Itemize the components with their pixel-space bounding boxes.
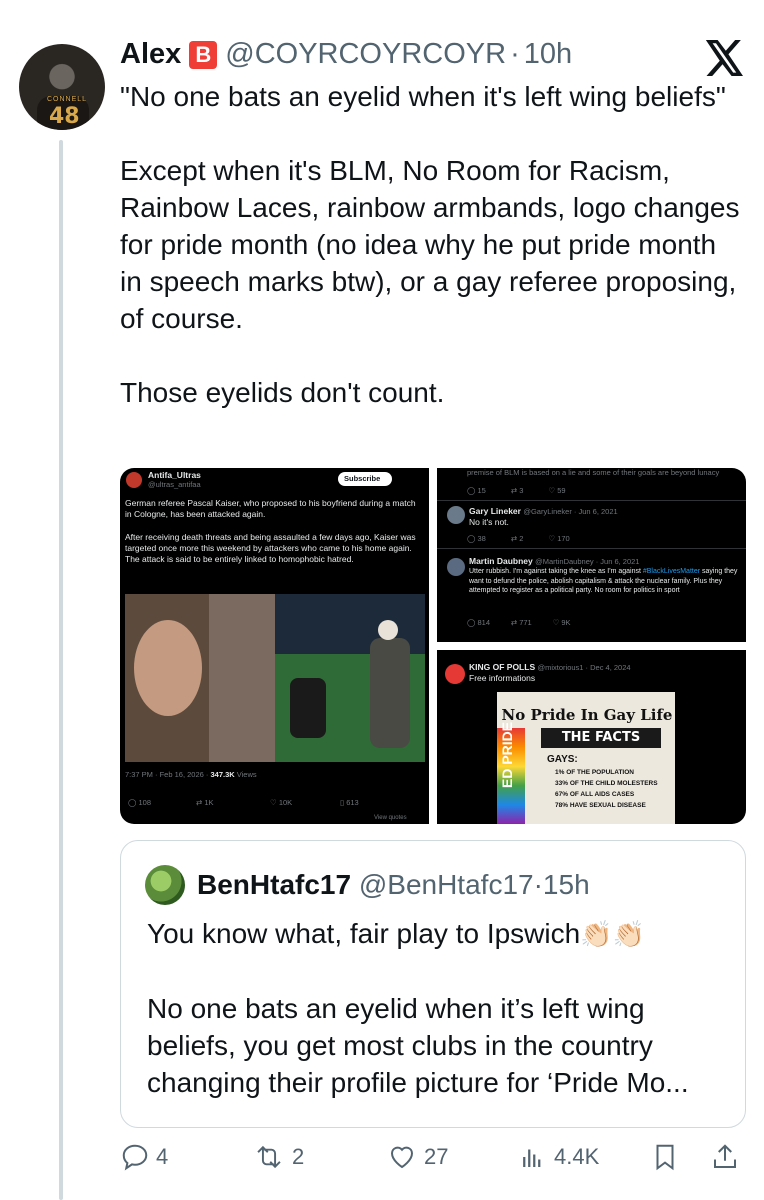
quoted-paragraph: No one bats an eyelid when it’s left win… <box>147 993 689 1098</box>
quoted-tweet-header: BenHtafc17 @BenHtafc17·15h <box>197 869 590 901</box>
row3-stats: ◯ 814 ⇄ 771 ♡ 9K <box>467 618 571 627</box>
photo-person-hat <box>378 620 398 640</box>
bookmark-button[interactable] <box>650 1142 686 1172</box>
photo-person-kneeling <box>290 678 326 738</box>
gays-label: GAYS: <box>547 754 578 765</box>
share-icon <box>714 1144 736 1168</box>
thread-connector-line <box>59 140 63 1200</box>
like-count: 27 <box>424 1144 449 1169</box>
post-text-1: German referee Pascal Kaiser, who propos… <box>125 498 416 519</box>
photo-face-skin <box>134 620 202 716</box>
reply2-header: Martin Daubney @MartinDaubney · Jun 6, 2… <box>469 556 640 566</box>
reply2-avatar <box>447 558 465 576</box>
reply1-avatar <box>447 506 465 524</box>
row1-stats: ◯ 15 ⇄ 3 ♡ 59 <box>467 486 566 495</box>
subscribe-label[interactable]: Subscribe <box>344 474 380 483</box>
quoted-paragraph: You know what, fair play to Ipswich👏🏻👏🏻 <box>147 918 645 949</box>
post-text-2: After receiving death threats and being … <box>125 532 416 564</box>
views-button[interactable]: 4.4K <box>518 1142 599 1172</box>
top-reply-text: premise of BLM is based on a lie and som… <box>467 468 720 477</box>
x-logo-icon[interactable] <box>704 40 746 76</box>
fact-item: 1% OF THE POPULATION <box>555 769 634 776</box>
quoted-tweet-body: You know what, fair play to Ipswich👏🏻👏🏻 … <box>147 915 727 1138</box>
tweet-timestamp[interactable]: 10h <box>524 38 572 71</box>
author-name[interactable]: Alex <box>120 38 181 71</box>
reply2-text: Utter rubbish. I'm against taking the kn… <box>469 568 738 594</box>
tweet-action-bar: 4 2 27 4.4K <box>120 1142 746 1182</box>
view-quotes: View quotes <box>374 815 407 821</box>
like-button[interactable]: 27 <box>386 1142 448 1172</box>
post-views-count: 347.3K <box>210 770 235 779</box>
repost-button[interactable]: 2 <box>252 1142 304 1172</box>
poll-account-avatar <box>445 664 465 684</box>
tweet-paragraph: Except when it's BLM, No Room for Racism… <box>120 155 740 334</box>
share-button[interactable] <box>710 1142 746 1172</box>
media-image-antifa-ultras[interactable]: Antifa_Ultras @ultras_antifaa Subscribe … <box>120 468 429 824</box>
tweet-body: "No one bats an eyelid when it's left wi… <box>120 78 740 448</box>
facts-banner: THE FACTS <box>541 728 661 748</box>
reply-icon <box>122 1144 148 1171</box>
tweet-header: Alex B @COYRCOYRCOYR · 10h <box>120 38 572 71</box>
reply-button[interactable]: 4 <box>120 1142 168 1172</box>
quoted-author-avatar[interactable] <box>145 865 185 905</box>
divider <box>437 500 746 501</box>
b-badge-icon: B <box>189 40 218 69</box>
post-likes: ♡ 10K <box>270 798 293 807</box>
author-handle[interactable]: @COYRCOYRCOYR <box>225 38 506 71</box>
media-grid: Antifa_Ultras @ultras_antifaa Subscribe … <box>120 468 746 824</box>
fact-item: 33% OF THE CHILD MOLESTERS <box>555 780 658 787</box>
post-meta: 7:37 PM · Feb 16, 2026 · 347.3K Views <box>125 770 257 779</box>
newspaper-clipping: ED PRIDE No Pride In Gay Life THE FACTS … <box>497 692 675 824</box>
separator-dot: · <box>533 869 543 900</box>
photo-person-standing <box>370 638 410 748</box>
heart-icon <box>390 1146 414 1169</box>
post-views-label: Views <box>236 770 257 779</box>
fact-item: 67% OF ALL AIDS CASES <box>555 791 635 798</box>
post-timestamp: 7:37 PM · Feb 16, 2026 · <box>125 770 209 779</box>
tweet-paragraph: Those eyelids don't count. <box>120 377 445 408</box>
repost-count: 2 <box>292 1144 305 1169</box>
poll-subtext: Free informations <box>469 673 536 683</box>
quoted-author-handle[interactable]: @BenHtafc17 <box>359 869 534 900</box>
divider <box>437 548 746 549</box>
account-avatar <box>126 472 142 488</box>
avatar-shirt-name: CONNELL <box>47 96 88 103</box>
bookmark-icon <box>656 1144 674 1171</box>
tweet-paragraph: "No one bats an eyelid when it's left wi… <box>120 81 726 112</box>
quoted-tweet-timestamp[interactable]: 15h <box>543 869 590 900</box>
post-bookmarks: ▯ 613 <box>340 798 359 807</box>
poll-account-header: KING OF POLLS @mixtorious1 · Dec 4, 2024 <box>469 662 631 672</box>
reply-count: 4 <box>156 1144 169 1169</box>
post-reposts: ⇄ 1K <box>196 798 214 807</box>
quoted-author-name[interactable]: BenHtafc17 <box>197 869 351 900</box>
reply1-text: No it's not. <box>469 517 509 527</box>
account-handle: @ultras_antifaa <box>148 480 201 489</box>
clapping-hands-icon: 👏🏻👏🏻 <box>580 919 645 949</box>
media-image-blm-replies[interactable]: premise of BLM is based on a lie and som… <box>437 468 746 642</box>
row2-stats: ◯ 38 ⇄ 2 ♡ 170 <box>467 534 570 543</box>
repost-icon <box>257 1145 281 1169</box>
fact-item: 78% HAVE SEXUAL DISEASE <box>555 802 646 809</box>
photo-arm <box>209 594 275 762</box>
author-avatar[interactable]: CONNELL 48 <box>19 44 105 130</box>
quoted-tweet[interactable]: BenHtafc17 @BenHtafc17·15h You know what… <box>120 840 746 1128</box>
post-replies: ◯ 108 <box>128 798 151 807</box>
views-count: 4.4K <box>554 1144 600 1169</box>
media-image-king-of-polls[interactable]: KING OF POLLS @mixtorious1 · Dec 4, 2024… <box>437 650 746 824</box>
side-text: ED PRIDE <box>499 721 515 788</box>
views-bar-chart-icon <box>523 1149 541 1167</box>
facts-list: 1% OF THE POPULATION 33% OF THE CHILD MO… <box>555 767 658 811</box>
separator-dot: · <box>510 38 520 70</box>
avatar-shirt-number: 48 <box>49 104 80 129</box>
reply1-header: Gary Lineker @GaryLineker · Jun 6, 2021 <box>469 506 618 516</box>
clipping-headline: No Pride In Gay Life <box>501 706 673 724</box>
